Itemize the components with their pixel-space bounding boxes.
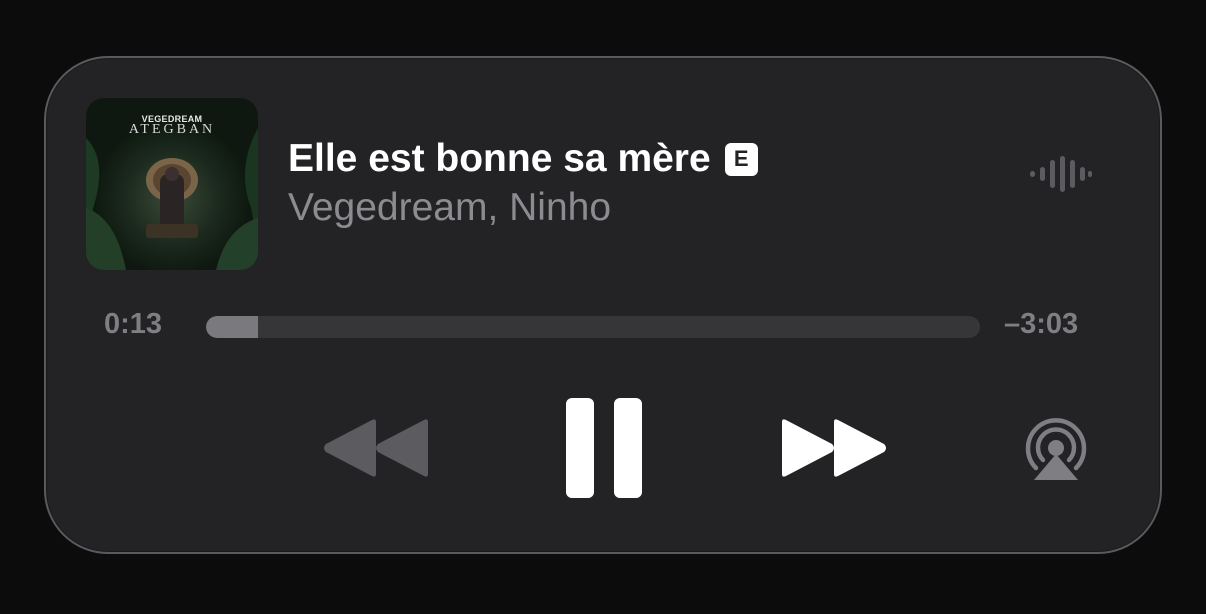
progress-scrubber[interactable] xyxy=(206,316,980,338)
artwork-album-text: ATEGBAN xyxy=(128,122,216,137)
explicit-badge: E xyxy=(724,142,758,176)
album-artwork[interactable]: VEGEDREAM ATEGBAN xyxy=(86,98,258,270)
fast-forward-icon xyxy=(782,419,886,477)
remaining-time: –3:03 xyxy=(1004,308,1079,340)
now-playing-widget: VEGEDREAM ATEGBAN Elle est bonne sa mère… xyxy=(44,56,1162,554)
rewind-button[interactable] xyxy=(322,416,430,480)
fast-forward-button[interactable] xyxy=(780,416,888,480)
pause-icon xyxy=(566,398,642,498)
progress-fill xyxy=(206,316,258,338)
airplay-button[interactable] xyxy=(1022,416,1090,482)
track-title-row: Elle est bonne sa mère E xyxy=(288,134,758,184)
track-artist[interactable]: Vegedream, Ninho xyxy=(288,186,611,230)
pause-button[interactable] xyxy=(566,398,642,498)
elapsed-time: 0:13 xyxy=(104,308,163,340)
track-title: Elle est bonne sa mère xyxy=(288,137,711,180)
rewind-icon xyxy=(324,419,428,477)
waveform-icon xyxy=(1030,154,1092,194)
airplay-audio-icon xyxy=(1025,418,1087,480)
